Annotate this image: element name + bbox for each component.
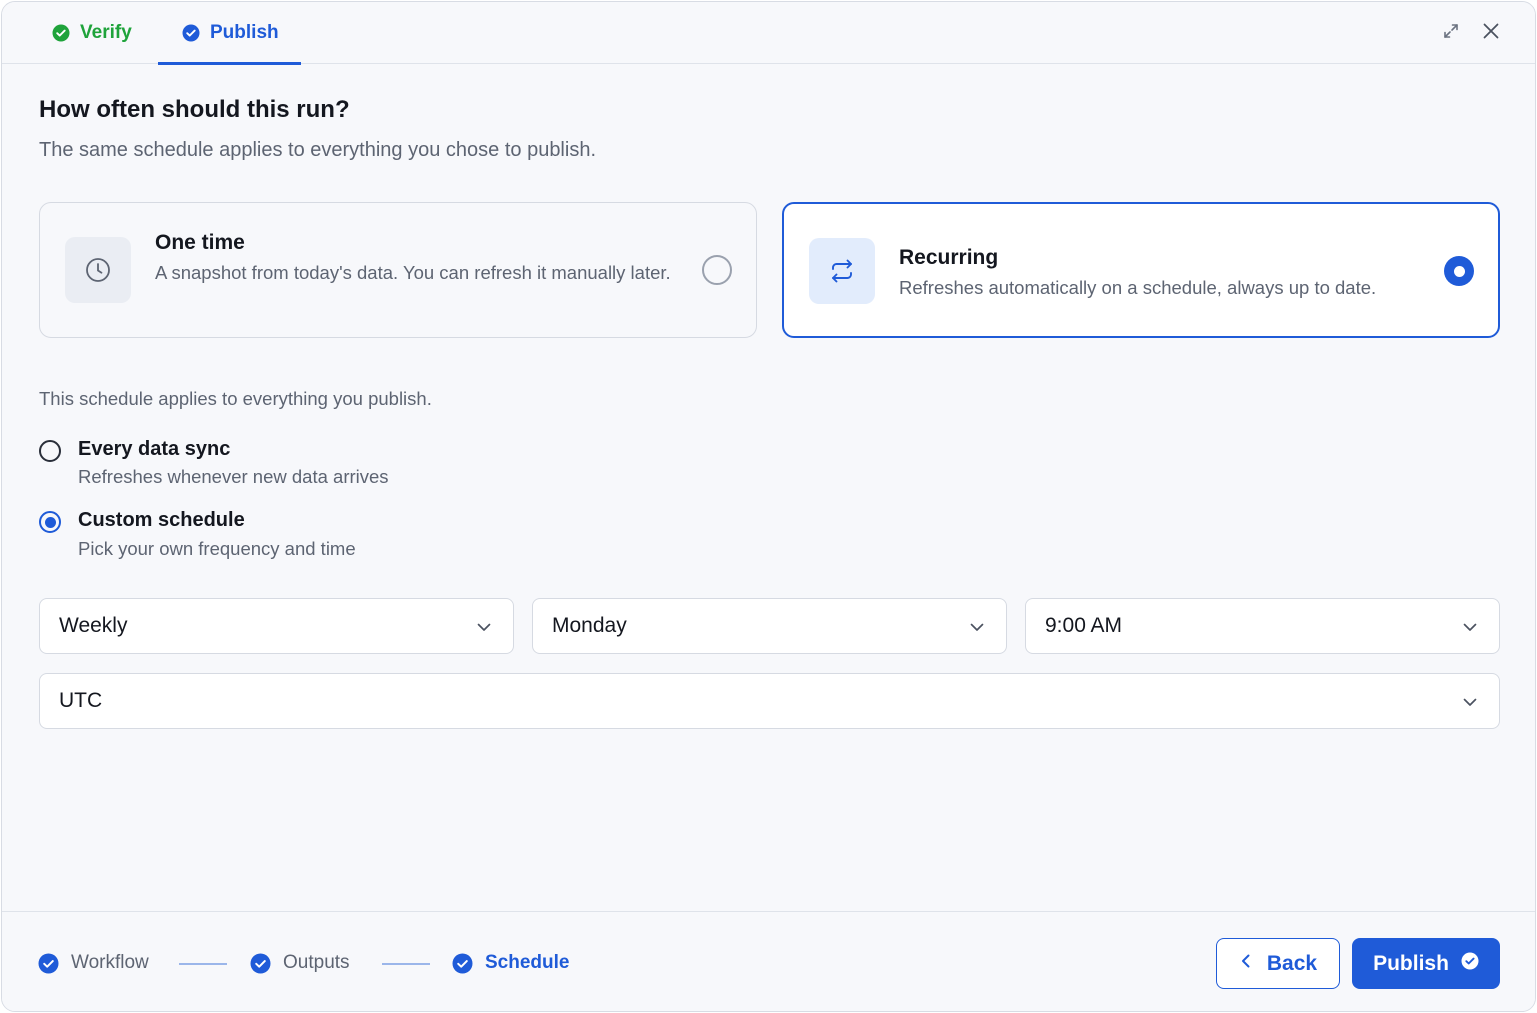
- dialog-footer: Workflow Outputs Schedule Back Publish: [2, 911, 1535, 1011]
- publish-dialog: Verify Publish How often should this run…: [1, 1, 1536, 1012]
- active-tab-indicator: [158, 62, 301, 65]
- page-title: How often should this run?: [39, 96, 350, 123]
- step-connector: [179, 963, 227, 965]
- clock-icon: [65, 237, 131, 303]
- one-time-title: One time: [155, 231, 245, 254]
- one-time-description: A snapshot from today's data. You can re…: [155, 262, 671, 283]
- one-time-radio[interactable]: [702, 255, 732, 285]
- check-circle-icon: [38, 953, 59, 974]
- recurring-description: Refreshes automatically on a schedule, a…: [899, 277, 1377, 298]
- chevron-down-icon: [968, 618, 986, 636]
- expand-icon: [1442, 22, 1460, 45]
- check-circle-icon: [1461, 952, 1479, 976]
- custom-schedule-label: Custom schedule: [78, 509, 245, 531]
- dialog-header: Verify Publish: [2, 2, 1535, 65]
- expand-button[interactable]: [1438, 20, 1464, 46]
- check-circle-icon: [52, 24, 70, 42]
- time-value: 9:00 AM: [1045, 614, 1123, 637]
- timezone-select[interactable]: UTC: [39, 673, 1500, 729]
- frequency-select[interactable]: Weekly: [39, 598, 514, 654]
- chevron-down-icon: [475, 618, 493, 636]
- step-workflow[interactable]: Workflow: [38, 952, 149, 974]
- timezone-value: UTC: [59, 689, 103, 712]
- recurring-radio[interactable]: [1444, 256, 1474, 286]
- publish-button[interactable]: Publish: [1352, 938, 1500, 989]
- every-data-sync-description: Refreshes whenever new data arrives: [78, 466, 389, 487]
- close-icon: [1481, 21, 1501, 46]
- time-select[interactable]: 9:00 AM: [1025, 598, 1500, 654]
- close-button[interactable]: [1478, 20, 1504, 46]
- day-select[interactable]: Monday: [532, 598, 1007, 654]
- step-connector: [382, 963, 430, 965]
- every-data-sync-label: Every data sync: [78, 438, 231, 460]
- tab-publish[interactable]: Publish: [158, 2, 301, 65]
- step-outputs-label: Outputs: [283, 952, 350, 973]
- schedule-note: This schedule applies to everything you …: [39, 388, 432, 409]
- day-value: Monday: [552, 614, 627, 637]
- every-data-sync-radio[interactable]: [39, 440, 61, 462]
- chevron-down-icon: [1461, 618, 1479, 636]
- step-schedule[interactable]: Schedule: [452, 952, 569, 974]
- check-circle-icon: [250, 953, 271, 974]
- step-schedule-label: Schedule: [485, 952, 570, 973]
- repeat-icon: [809, 238, 875, 304]
- check-circle-icon: [452, 953, 473, 974]
- tab-publish-label: Publish: [210, 22, 279, 43]
- one-time-card[interactable]: One time A snapshot from today's data. Y…: [39, 202, 757, 338]
- step-outputs[interactable]: Outputs: [250, 952, 350, 974]
- recurring-card[interactable]: Recurring Refreshes automatically on a s…: [782, 202, 1500, 338]
- step-workflow-label: Workflow: [71, 952, 149, 973]
- custom-schedule-radio[interactable]: [39, 511, 61, 533]
- chevron-left-icon: [1239, 952, 1253, 976]
- tab-verify-label: Verify: [80, 22, 132, 43]
- check-circle-icon: [182, 24, 200, 42]
- tab-verify[interactable]: Verify: [52, 2, 132, 64]
- chevron-down-icon: [1461, 693, 1479, 711]
- recurring-title: Recurring: [899, 246, 999, 269]
- back-button[interactable]: Back: [1216, 938, 1340, 989]
- back-label: Back: [1266, 951, 1318, 975]
- page-subtitle: The same schedule applies to everything …: [39, 139, 597, 161]
- custom-schedule-description: Pick your own frequency and time: [78, 538, 356, 559]
- publish-label: Publish: [1373, 951, 1449, 975]
- frequency-value: Weekly: [59, 614, 128, 637]
